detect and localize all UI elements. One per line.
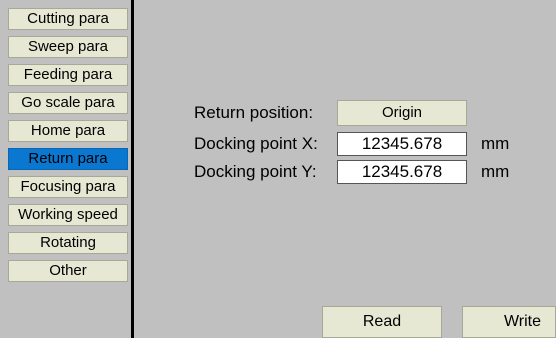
- return-para-screen: Cutting para Sweep para Feeding para Go …: [0, 0, 556, 338]
- sidebar-item-rotating[interactable]: Rotating: [8, 232, 128, 254]
- return-position-select[interactable]: Origin: [337, 100, 467, 126]
- docking-point-y-label: Docking point Y:: [194, 162, 317, 181]
- sidebar-divider: [131, 0, 134, 338]
- sidebar-item-go-scale-para[interactable]: Go scale para: [8, 92, 128, 114]
- docking-point-x-field[interactable]: 12345.678: [337, 132, 467, 156]
- sidebar-item-focusing-para[interactable]: Focusing para: [8, 176, 128, 198]
- sidebar-menu: Cutting para Sweep para Feeding para Go …: [0, 0, 131, 338]
- sidebar-item-working-speed[interactable]: Working speed: [8, 204, 128, 226]
- sidebar-item-cutting-para[interactable]: Cutting para: [8, 8, 128, 30]
- docking-point-x-unit: mm: [481, 134, 510, 153]
- docking-point-x-label: Docking point X:: [194, 134, 318, 153]
- sidebar-item-sweep-para[interactable]: Sweep para: [8, 36, 128, 58]
- sidebar-item-feeding-para[interactable]: Feeding para: [8, 64, 128, 86]
- docking-point-y-unit: mm: [481, 162, 510, 181]
- sidebar-item-return-para[interactable]: Return para: [8, 148, 128, 170]
- docking-point-y-field[interactable]: 12345.678: [337, 160, 467, 184]
- read-button[interactable]: Read: [322, 306, 442, 338]
- sidebar-item-home-para[interactable]: Home para: [8, 120, 128, 142]
- return-position-label: Return position:: [194, 103, 314, 122]
- write-button[interactable]: Write: [462, 306, 556, 338]
- sidebar-item-other[interactable]: Other: [8, 260, 128, 282]
